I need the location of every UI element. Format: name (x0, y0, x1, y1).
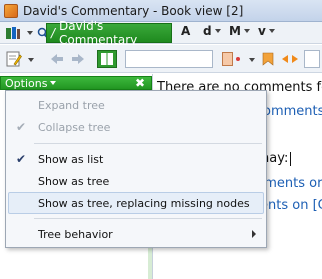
submenu-arrow-icon (252, 230, 256, 238)
check-icon: ✔ (16, 152, 27, 166)
menu-separator (34, 143, 262, 144)
menu-separator (34, 218, 262, 219)
d-menu-label: d (203, 24, 212, 38)
edit-note-icon[interactable] (6, 51, 22, 67)
options-label: Options (5, 76, 48, 90)
tab-davids-commentary[interactable]: / David's Commentary (46, 19, 172, 47)
window-title: David's Commentary - Book view [2] (23, 3, 244, 18)
options-button[interactable]: Options (1, 76, 57, 90)
toolbar-secondary (0, 45, 322, 73)
chevron-down-icon (50, 81, 57, 85)
menu-item-show-as-tree[interactable]: Show as tree (8, 170, 264, 192)
menu-item-label: Show as list (38, 152, 104, 166)
check-icon: ✔ (16, 120, 27, 134)
tab-prefix: / (51, 26, 56, 40)
d-menu-button[interactable]: d (203, 24, 221, 38)
bookmark-icon[interactable] (262, 52, 274, 66)
modules-dropdown[interactable] (26, 24, 34, 42)
prev-next-icon[interactable] (281, 54, 299, 64)
app-window: David's Commentary - Book view [2] / Dav… (0, 0, 322, 279)
menu-item-show-as-list[interactable]: ✔ Show as list (8, 148, 264, 170)
chevron-down-icon (243, 29, 250, 33)
menu-item-label: Expand tree (38, 98, 105, 112)
m-menu-label: M (229, 24, 241, 38)
forward-arrow-icon[interactable] (71, 53, 85, 65)
chevron-down-icon (214, 29, 221, 33)
tab-label: David's Commentary (59, 19, 138, 47)
toolbar-top: / David's Commentary A d M v (0, 19, 322, 47)
book-view-icon[interactable] (97, 50, 117, 68)
chevron-down-icon (268, 29, 275, 33)
menu-item-tree-behavior[interactable]: Tree behavior (8, 223, 264, 245)
reference-input[interactable] (125, 50, 213, 68)
comments-link[interactable]: omments (263, 104, 322, 119)
close-icon[interactable]: ✖ (135, 76, 145, 90)
document-icon[interactable] (222, 52, 234, 66)
menu-item-show-as-tree-replacing[interactable]: Show as tree, replacing missing nodes (8, 192, 264, 214)
m-menu-button[interactable]: M (229, 24, 250, 38)
app-icon (4, 3, 18, 18)
back-arrow-icon[interactable] (50, 53, 64, 65)
options-menu: Expand tree ✔ Collapse tree ✔ Show as li… (5, 90, 267, 248)
chevron-down-icon[interactable] (28, 58, 34, 62)
menu-item-label: Collapse tree (38, 120, 111, 134)
v-menu-label: v (258, 24, 266, 38)
refresh-button[interactable] (304, 50, 320, 68)
menu-item-label: Tree behavior (38, 227, 113, 241)
chevron-down-icon[interactable] (249, 58, 255, 62)
books-icon (6, 26, 20, 39)
modules-button[interactable] (2, 24, 24, 42)
menu-item-label: Show as tree, replacing missing nodes (38, 196, 250, 210)
menu-item-label: Show as tree (38, 174, 110, 188)
font-button[interactable]: A (181, 24, 190, 38)
bullet-icon (236, 57, 240, 61)
v-menu-button[interactable]: v (258, 24, 275, 38)
panel-options-bar: Options ✖ (0, 76, 152, 90)
menu-item-collapse-tree[interactable]: ✔ Collapse tree (8, 116, 264, 138)
chevron-down-icon (27, 30, 33, 35)
menu-item-expand-tree[interactable]: Expand tree (8, 94, 264, 116)
text-cursor (290, 151, 292, 166)
comments-on-link[interactable]: ents on [C (260, 198, 322, 213)
